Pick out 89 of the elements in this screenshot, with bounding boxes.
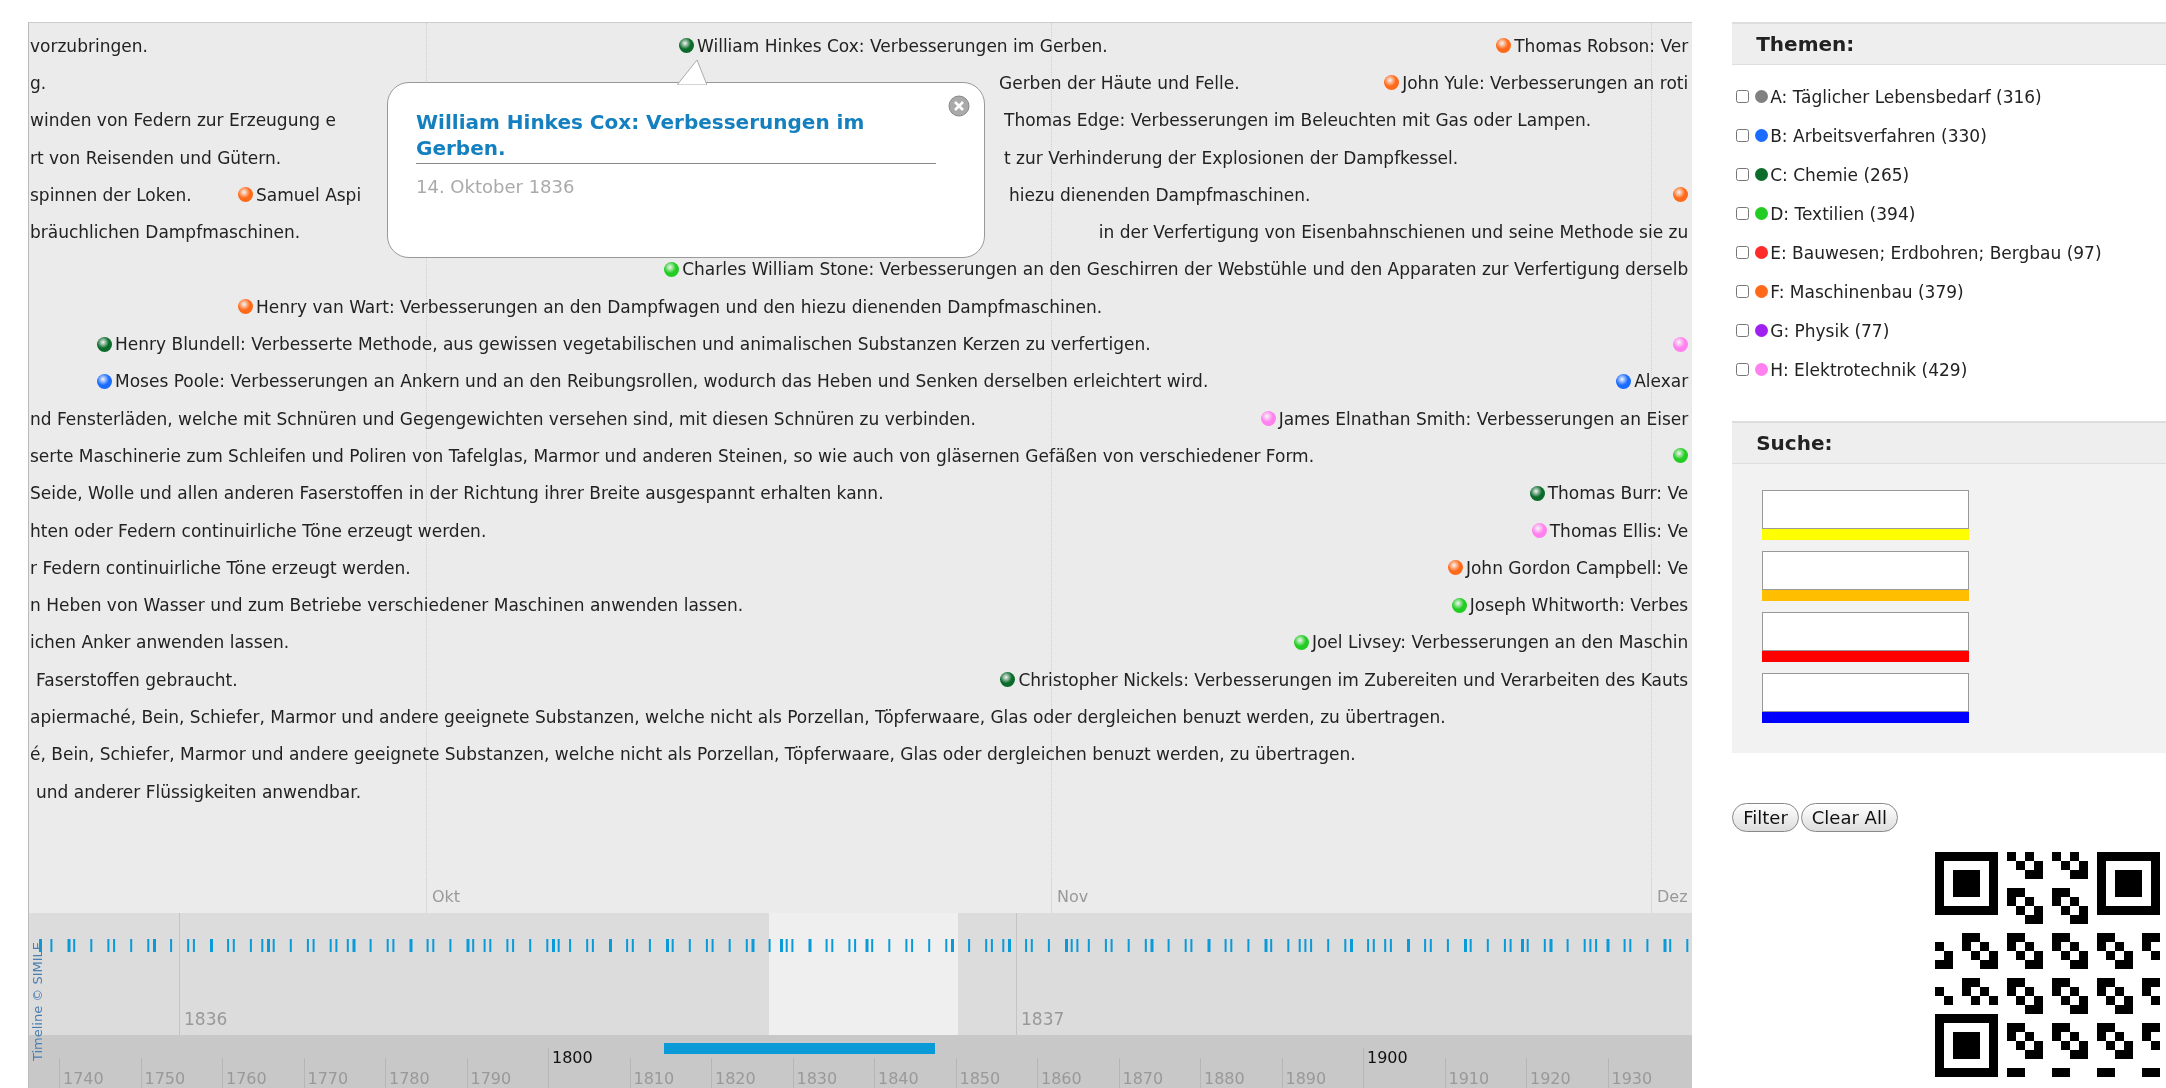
event-dot[interactable] <box>679 38 694 54</box>
checkbox[interactable] <box>1736 246 1750 259</box>
event-dot[interactable] <box>1673 187 1689 203</box>
event-title[interactable]: é, Bein, Schiefer, Marmor und andere geeignete Substanzen, welche nicht als Porzellan, Töpferwaare, Glas oder dergleichen benuzt werden, zu übertragen. <box>30 744 1356 765</box>
checkbox[interactable] <box>1736 207 1750 220</box>
event-dot[interactable] <box>238 187 253 203</box>
event-title[interactable]: in der Verfertigung von Eisenbahnschienen und seine Methode sie zu <box>1098 222 1689 243</box>
event-dot[interactable] <box>1616 373 1632 389</box>
event-dot[interactable] <box>1000 672 1016 688</box>
event-title[interactable]: Henry van Wart: Verbesserungen an den Dampfwagen und den hiezu dienenden Dampfmaschinen. <box>256 296 1103 317</box>
checkbox[interactable] <box>1736 285 1750 298</box>
event-title[interactable]: John Gordon Campbell: Ve <box>1465 557 1689 578</box>
event-dot[interactable] <box>664 261 680 277</box>
event-title[interactable]: bräuchlichen Dampfmaschinen. <box>30 222 301 243</box>
popup-date: 14. Oktober 1836 <box>416 176 576 197</box>
event-title[interactable]: Thomas Edge: Verbesserungen im Beleuchten mit Gas oder Lampen. <box>1004 110 1592 131</box>
event-title[interactable]: Thomas Burr: Ve <box>1547 483 1689 504</box>
event-title[interactable]: Henry Blundell: Verbesserte Methode, aus gewissen vegetabilischen und animalischen Substanzen Kerzen zu verfertigen. <box>115 334 1151 354</box>
event-title[interactable]: serte Maschinerie zum Schleifen und Poliren von Tafelglas, Marmor und anderen Steinen, so wie auch von gläsernen Gefäßen von verschiedener Form. <box>30 445 1315 466</box>
event-title[interactable]: Gerben der Häute und Felle. <box>999 72 1240 93</box>
event-title[interactable]: John Yule: Verbesserungen an roti <box>1402 72 1689 93</box>
category-label[interactable]: F: Maschinenbau (379) <box>1770 281 1964 302</box>
category-label[interactable]: B: Arbeitsverfahren (330) <box>1770 125 1987 146</box>
event-title[interactable]: nd Fensterläden, welche mit Schnüren und Gegengewichten versehen sind, mit diesen Schnüren zu verbinden. <box>30 408 976 429</box>
category-label[interactable]: A: Täglicher Lebensbedarf (316) <box>1770 86 2042 107</box>
event-title[interactable]: Alexar <box>1634 371 1689 392</box>
event-title[interactable]: rt von Reisenden und Gütern. <box>30 147 282 168</box>
event-dot[interactable] <box>97 373 112 389</box>
category-label[interactable]: E: Bauwesen; Erdbohren; Bergbau (97) <box>1770 242 2102 263</box>
event-title[interactable]: hten oder Federn continuirliche Töne erzeugt werden. <box>30 520 487 541</box>
event-title[interactable]: spinnen der Loken. <box>30 184 192 205</box>
popup-title-link[interactable]: William Hinkes Cox: Verbesserungen im Gerben. <box>416 109 936 164</box>
search-field[interactable] <box>1762 490 1970 529</box>
event-title[interactable]: Moses Poole: Verbesserungen an Ankern und an den Reibungsrollen, wodurch das Heben und Senken derselben erleichtert wird. <box>115 371 1209 392</box>
visible-range-highlight[interactable] <box>769 913 958 1035</box>
event-title[interactable]: Samuel Aspi <box>256 184 362 205</box>
decade-label: 1900 <box>1363 1048 1408 1088</box>
event-dot[interactable] <box>1531 523 1547 538</box>
event-dot[interactable] <box>97 336 112 352</box>
search-field[interactable] <box>1762 612 1970 651</box>
event-title[interactable]: hiezu dienenden Dampfmaschinen. <box>1009 184 1311 205</box>
checkbox[interactable] <box>1736 363 1750 376</box>
category-label[interactable]: C: Chemie (265) <box>1770 164 1910 185</box>
event-dot[interactable] <box>1673 448 1689 464</box>
event-title[interactable]: Charles William Stone: Verbesserungen an den Geschirren der Webstühle und den Apparaten zur Verfertigung derselb <box>682 259 1689 280</box>
event-title[interactable]: winden von Federn zur Erzeugung e <box>30 110 336 131</box>
event-dot[interactable] <box>1529 485 1545 501</box>
event-dot[interactable] <box>1447 560 1463 576</box>
event-title[interactable]: g. <box>30 72 47 93</box>
search-field[interactable] <box>1762 551 1970 590</box>
event-title[interactable]: Faserstoffen gebraucht. <box>36 669 238 690</box>
event-dot[interactable] <box>1673 336 1689 352</box>
category-label[interactable]: H: Elektrotechnik (429) <box>1770 359 1968 380</box>
event-title[interactable]: und anderer Flüssigkeiten anwendbar. <box>36 781 362 802</box>
event-dot[interactable] <box>1384 75 1400 91</box>
event-title[interactable]: Seide, Wolle und allen anderen Faserstoffen in der Richtung ihrer Breite ausgespannt erhalten kann. <box>30 483 884 504</box>
event-title[interactable]: n Heben von Wasser und zum Betriebe verschiedener Maschinen anwenden lassen. <box>30 595 744 616</box>
event-dot[interactable] <box>1496 38 1512 54</box>
event-title[interactable]: vorzubringen. <box>30 35 148 56</box>
checkbox[interactable] <box>1736 324 1750 337</box>
close-icon[interactable] <box>948 95 970 117</box>
checkbox[interactable] <box>1736 129 1750 142</box>
event-title[interactable]: apiermaché, Bein, Schiefer, Marmor und andere geeignete Substanzen, welche nicht als Porzellan, Töpferwaare, Glas oder dergleichen benuzt werden, zu übertragen. <box>30 707 1446 727</box>
event-title[interactable]: t zur Verhinderung der Explosionen der Dampfkessel. <box>1004 147 1459 168</box>
event-dot[interactable] <box>1451 597 1467 613</box>
event-title[interactable]: r Federn continuirliche Töne erzeugt werden. <box>30 557 411 578</box>
checkbox[interactable] <box>1736 90 1750 103</box>
event-title[interactable]: Joseph Whitworth: Verbes <box>1469 595 1689 616</box>
event-title[interactable]: Thomas Robson: Ver <box>1514 35 1689 56</box>
event-dot[interactable] <box>238 299 253 315</box>
event-title[interactable]: Joel Livsey: Verbesserungen an den Maschin <box>1311 632 1689 653</box>
section-header: Suche: <box>1732 421 2166 464</box>
event-dot[interactable] <box>1293 634 1309 650</box>
event-title[interactable]: James Elnathan Smith: Verbesserungen an Eiser <box>1278 408 1689 429</box>
category-label[interactable]: G: Physik (77) <box>1770 320 1890 341</box>
decade-label: 1800 <box>548 1048 593 1088</box>
action-button[interactable]: Clear All <box>1800 803 1898 832</box>
event-title[interactable]: Thomas Ellis: Ve <box>1549 520 1689 541</box>
year-label: 1837 <box>1021 1009 1065 1029</box>
checkbox[interactable] <box>1736 168 1750 181</box>
year-label: 1836 <box>184 1009 228 1029</box>
section-header: Themen: <box>1732 22 2166 65</box>
event-title[interactable]: ichen Anker anwenden lassen. <box>30 632 290 653</box>
category-label[interactable]: D: Textilien (394) <box>1770 203 1916 224</box>
event-dot[interactable] <box>1260 411 1276 427</box>
search-field[interactable] <box>1762 673 1970 712</box>
event-title[interactable]: William Hinkes Cox: Verbesserungen im Gerben. <box>697 35 1108 56</box>
action-button[interactable]: Filter <box>1732 803 1799 832</box>
event-title[interactable]: Christopher Nickels: Verbesserungen im Zubereiten und Verarbeiten des Kauts <box>1018 669 1689 690</box>
